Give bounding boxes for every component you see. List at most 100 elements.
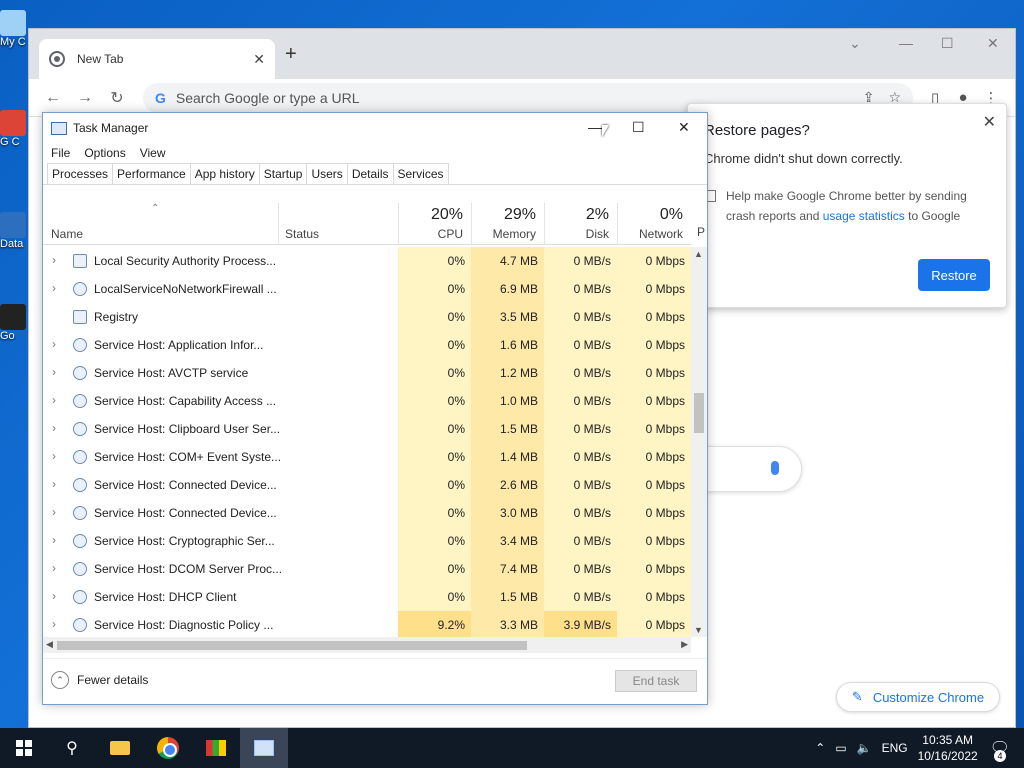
chevron-right-icon[interactable]: ›: [52, 477, 56, 491]
chevron-right-icon[interactable]: ›: [52, 337, 56, 351]
task-manager-taskbar-button[interactable]: [240, 728, 288, 768]
minimize-button[interactable]: —: [588, 119, 602, 135]
chrome-taskbar-button[interactable]: [144, 728, 192, 768]
chevron-right-icon[interactable]: ›: [52, 589, 56, 603]
mic-icon[interactable]: [771, 461, 779, 475]
table-row[interactable]: Registry 0% 3.5 MB 0 MB/s 0 Mbps: [43, 303, 691, 331]
tab-details[interactable]: Details: [346, 163, 394, 184]
scroll-thumb[interactable]: [57, 641, 527, 650]
table-row[interactable]: › Service Host: Capability Access ... 0% 1.…: [43, 387, 691, 415]
chrome-tab[interactable]: New Tab ✕: [39, 39, 275, 79]
back-icon[interactable]: ←: [39, 89, 67, 107]
table-row[interactable]: › Service Host: Connected Device... 0% 2.6 …: [43, 471, 691, 499]
table-row[interactable]: › Service Host: Cryptographic Ser... 0% 3.4…: [43, 527, 691, 555]
desktop-icon-data[interactable]: Data: [0, 212, 28, 250]
file-explorer-button[interactable]: [96, 728, 144, 768]
table-row[interactable]: › Service Host: Diagnostic Policy ... 9.2%…: [43, 611, 691, 637]
disk-cell: 0 MB/s: [544, 443, 617, 471]
new-tab-button[interactable]: +: [285, 43, 297, 66]
chevron-right-icon[interactable]: ›: [52, 281, 56, 295]
menu-options[interactable]: Options: [84, 146, 125, 160]
tab-close-icon[interactable]: ✕: [253, 51, 265, 68]
start-button[interactable]: [0, 728, 48, 768]
disk-cell: 0 MB/s: [544, 415, 617, 443]
scroll-right-icon[interactable]: ▶: [681, 639, 688, 650]
usage-statistics-link[interactable]: usage statistics: [823, 209, 905, 223]
close-button[interactable]: ✕: [987, 35, 999, 52]
restore-button[interactable]: Restore: [918, 259, 990, 291]
tab-services[interactable]: Services: [392, 163, 449, 184]
forward-icon[interactable]: →: [71, 89, 99, 107]
chevron-right-icon[interactable]: ›: [52, 421, 56, 435]
tab-bar: Processes Performance App history Startu…: [43, 163, 707, 185]
tab-performance[interactable]: Performance: [112, 163, 191, 184]
chevron-right-icon[interactable]: ›: [52, 561, 56, 575]
table-row[interactable]: › Service Host: AVCTP service 0% 1.2 MB 0 MB…: [43, 359, 691, 387]
network-icon[interactable]: ▭: [835, 741, 846, 755]
tab-startup[interactable]: Startup: [258, 163, 308, 184]
folder-icon: [0, 212, 26, 238]
table-row[interactable]: › Service Host: Connected Device... 0% 3.0 …: [43, 499, 691, 527]
language-indicator[interactable]: ENG: [882, 741, 908, 755]
tab-app-history[interactable]: App history: [189, 163, 260, 184]
process-icon: [73, 254, 87, 268]
chevron-up-icon[interactable]: ⌃: [815, 741, 825, 755]
volume-icon[interactable]: 🔈: [857, 741, 872, 755]
menu-view[interactable]: View: [140, 146, 166, 160]
chevron-right-icon[interactable]: ›: [52, 393, 56, 407]
scroll-down-icon[interactable]: ▼: [694, 625, 703, 635]
vertical-scrollbar[interactable]: ▲ ▼: [691, 247, 707, 637]
horizontal-scrollbar[interactable]: ◀ ▶: [43, 637, 691, 653]
tab-search-icon[interactable]: ⌄: [849, 35, 861, 52]
column-memory[interactable]: 29% Memory: [471, 203, 544, 245]
table-row[interactable]: › Local Security Authority Process... 0% 4.…: [43, 247, 691, 275]
app-taskbar-button[interactable]: [192, 728, 240, 768]
notification-icon[interactable]: 🗨 4: [990, 738, 1010, 762]
column-status[interactable]: Status: [278, 203, 398, 245]
tab-users[interactable]: Users: [306, 163, 348, 184]
disk-total: 2%: [585, 206, 609, 223]
table-row[interactable]: › Service Host: DCOM Server Proc... 0% 7.4 …: [43, 555, 691, 583]
chevron-right-icon[interactable]: ›: [52, 253, 56, 267]
chevron-right-icon[interactable]: ›: [52, 505, 56, 519]
chrome-app-icon: [0, 110, 26, 136]
column-name[interactable]: ⌃ Name: [43, 203, 278, 245]
customize-chrome-button[interactable]: ✎ Customize Chrome: [836, 682, 1000, 712]
column-disk[interactable]: 2% Disk: [544, 203, 617, 245]
scroll-left-icon[interactable]: ◀: [46, 639, 53, 650]
reload-icon[interactable]: ↻: [103, 88, 131, 108]
memory-cell: 1.2 MB: [471, 359, 544, 387]
end-task-button[interactable]: End task: [615, 670, 697, 692]
clock[interactable]: 10:35 AM 10/16/2022: [918, 732, 978, 764]
desktop-icon-chrome[interactable]: G C: [0, 110, 28, 148]
time: 10:35 AM: [922, 733, 973, 747]
process-name: Local Security Authority Process...: [94, 254, 277, 268]
menu-file[interactable]: File: [51, 146, 70, 160]
maximize-button[interactable]: ☐: [632, 119, 645, 136]
table-row[interactable]: › Service Host: Application Infor... 0% 1.6…: [43, 331, 691, 359]
chevron-right-icon[interactable]: ›: [52, 365, 56, 379]
chevron-right-icon[interactable]: ›: [52, 449, 56, 463]
column-cpu[interactable]: 20% CPU: [398, 203, 471, 245]
scroll-thumb[interactable]: [694, 393, 704, 433]
chevron-right-icon[interactable]: ›: [52, 617, 56, 631]
column-network[interactable]: 0% Network: [617, 203, 691, 245]
table-row[interactable]: › LocalServiceNoNetworkFirewall ... 0% 6.9 …: [43, 275, 691, 303]
table-row[interactable]: › Service Host: Clipboard User Ser... 0% 1.…: [43, 415, 691, 443]
maximize-button[interactable]: ☐: [941, 35, 954, 52]
scroll-up-icon[interactable]: ▲: [694, 249, 703, 259]
mouse-cursor-icon: [602, 125, 609, 137]
table-row[interactable]: › Service Host: COM+ Event Syste... 0% 1.4 …: [43, 443, 691, 471]
search-icon[interactable]: ⚲: [48, 728, 96, 768]
chevron-right-icon[interactable]: ›: [52, 533, 56, 547]
tab-processes[interactable]: Processes: [47, 163, 114, 184]
process-name: Service Host: Cryptographic Ser...: [94, 534, 275, 548]
table-row[interactable]: › Service Host: DHCP Client 0% 1.5 MB 0 MB/s…: [43, 583, 691, 611]
desktop-icon-go[interactable]: Go: [0, 304, 28, 342]
close-button[interactable]: ✕: [678, 119, 690, 136]
close-icon[interactable]: ✕: [983, 112, 996, 132]
desktop-icon-my-computer[interactable]: My C: [0, 10, 28, 48]
minimize-button[interactable]: —: [899, 35, 913, 51]
column-power-partial[interactable]: P: [697, 225, 705, 239]
fewer-details-button[interactable]: ⌃ Fewer details: [51, 671, 148, 689]
